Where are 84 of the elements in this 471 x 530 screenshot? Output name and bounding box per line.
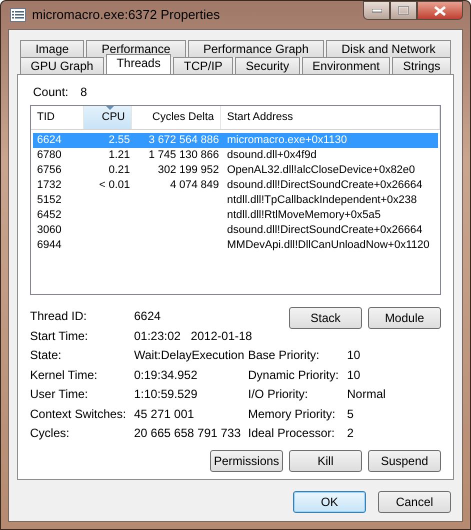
tab[interactable]: Strings: [392, 57, 451, 74]
table-cell-text: MMDevApi.dll!DllCanUnloadNow+0x1120: [226, 238, 430, 253]
maximize-icon: [398, 6, 409, 15]
table-cell-text: 302 199 952: [156, 163, 220, 178]
column-header[interactable]: Cycles Delta: [132, 106, 221, 129]
table-cell-text: 1.21: [108, 148, 131, 163]
table-cell-text: < 0.01: [98, 178, 131, 193]
window-icon: [10, 8, 26, 22]
table-cell-text: 3 672 564 886: [148, 133, 220, 148]
table-cell-text: 2.55: [108, 133, 131, 148]
table-cell-text: 3060: [36, 223, 62, 238]
detail-value: 0:19:34.952: [134, 366, 198, 384]
thread-row[interactable]: 6452 ntdll.dll!RtlMoveMemory+0x5a5: [33, 208, 438, 223]
tab[interactable]: Disk and Network: [326, 40, 451, 57]
tab[interactable]: Environment: [302, 57, 390, 74]
thread-row[interactable]: 1732 < 0.01 4 074 849 dsound.dll!DirectSoundCreate+0x26664: [33, 178, 438, 193]
detail-value: 10: [347, 347, 362, 364]
detail-value: Normal: [347, 386, 387, 403]
detail-label: Base Priority:: [248, 347, 320, 364]
detail-label: Ideal Processor:: [248, 425, 336, 442]
table-cell-text: 6944: [36, 238, 62, 253]
tab[interactable]: Security: [235, 57, 300, 74]
column-header[interactable]: CPU: [84, 106, 132, 129]
thread-row[interactable]: 6780 1.21 1 745 130 866 dsound.dll+0x4f9d: [33, 148, 438, 163]
table-cell-text: 5152: [36, 193, 62, 208]
table-cell-text: micromacro.exe+0x1130: [226, 133, 348, 148]
cancel-button[interactable]: Cancel: [378, 491, 451, 513]
tab[interactable]: Threads: [106, 54, 172, 74]
action-button[interactable]: Kill: [289, 450, 362, 472]
table-cell-text: 6624: [36, 133, 62, 148]
detail-value: 2: [347, 425, 355, 442]
column-header[interactable]: Start Address: [221, 106, 440, 129]
detail-label: State:: [30, 347, 62, 364]
thread-row[interactable]: 3060 dsound.dll!DirectSoundCreate+0x26664: [33, 223, 438, 238]
detail-label: Context Switches:: [30, 406, 128, 422]
table-cell-text: 0.21: [108, 163, 131, 178]
detail-label: I/O Priority:: [248, 386, 310, 403]
detail-value: 20 665 658 791 733: [134, 425, 242, 442]
detail-label: Cycles:: [30, 425, 70, 442]
thread-row[interactable]: 5152 ntdll.dll!TpCallbackIndependent+0x238: [33, 193, 438, 208]
close-icon: [434, 6, 446, 16]
table-cell-text: dsound.dll!DirectSoundCreate+0x26664: [226, 178, 424, 193]
table-cell-text: 6756: [36, 163, 62, 178]
table-cell-text: 6452: [36, 208, 62, 223]
tab[interactable]: Performance Graph: [188, 40, 324, 57]
tab[interactable]: TCP/IP: [173, 57, 234, 74]
detail-value: 10: [347, 366, 362, 384]
thread-row[interactable]: 6756 0.21 302 199 952 OpenAL32.dll!alcCloseDevice+0x82e0: [33, 163, 438, 178]
sort-icon: [106, 106, 114, 110]
table-cell-text: 1732: [36, 178, 62, 193]
detail-value: 5: [347, 406, 355, 422]
detail-value: 1:10:59.529: [134, 386, 198, 403]
action-button[interactable]: Suspend: [368, 450, 441, 472]
thread-button[interactable]: Module: [368, 307, 441, 329]
detail-value: 45 271 001: [134, 406, 196, 422]
detail-label: User Time:: [30, 386, 90, 403]
detail-value: Wait:DelayExecution: [134, 347, 246, 364]
minimize-icon: [372, 8, 382, 12]
detail-label: Dynamic Priority:: [248, 366, 340, 384]
minimize-button[interactable]: [363, 1, 390, 20]
tab[interactable]: Image: [20, 40, 84, 57]
detail-label: Kernel Time:: [30, 366, 98, 384]
table-cell-text: OpenAL32.dll!alcCloseDevice+0x82e0: [226, 163, 416, 178]
detail-label: Memory Priority:: [248, 406, 336, 422]
table-cell-text: 4 074 849: [169, 178, 220, 193]
action-button[interactable]: Permissions: [210, 450, 283, 472]
maximize-button[interactable]: [390, 1, 417, 20]
table-cell-text: 1 745 130 866: [148, 148, 220, 163]
thread-button[interactable]: Stack: [289, 307, 362, 329]
count-value: 8: [80, 84, 88, 101]
table-cell-text: ntdll.dll!TpCallbackIndependent+0x238: [226, 193, 418, 208]
window-title: micromacro.exe:6372 Properties: [32, 6, 220, 24]
count-label: Count:: [33, 84, 68, 101]
detail-value: 6624: [134, 308, 162, 325]
ok-button[interactable]: OK: [293, 491, 366, 513]
table-cell-text: ntdll.dll!RtlMoveMemory+0x5a5: [226, 208, 382, 223]
detail-label: Thread ID:: [30, 308, 88, 325]
tab[interactable]: GPU Graph: [20, 57, 104, 74]
table-cell-text: dsound.dll!DirectSoundCreate+0x26664: [226, 223, 424, 238]
close-button[interactable]: [417, 1, 463, 20]
thread-row[interactable]: 6944 MMDevApi.dll!DllCanUnloadNow+0x1120: [33, 238, 438, 253]
detail-label: Start Time:: [30, 328, 90, 344]
table-cell-text: 6780: [36, 148, 62, 163]
table-cell-text: dsound.dll+0x4f9d: [226, 148, 318, 163]
